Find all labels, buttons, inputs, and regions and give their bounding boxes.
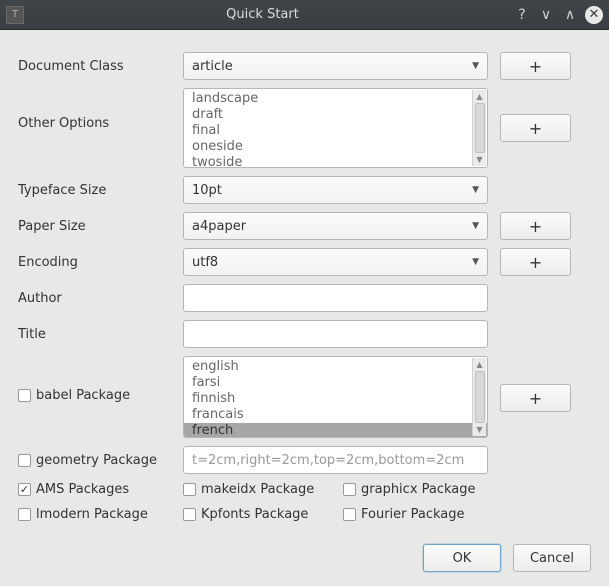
graphicx-checkbox[interactable] — [343, 483, 356, 496]
geometry-checkbox[interactable] — [18, 454, 31, 467]
document-class-combo[interactable]: article ▼ — [183, 52, 488, 80]
geometry-row: geometry Package — [18, 453, 183, 468]
close-icon[interactable]: ✕ — [585, 6, 603, 24]
list-item[interactable]: farsi — [184, 375, 487, 391]
author-label: Author — [18, 291, 183, 306]
ams-label: AMS Packages — [36, 482, 129, 497]
scroll-up-icon[interactable]: ▲ — [476, 92, 482, 101]
window-title: Quick Start — [32, 7, 513, 22]
ams-checkbox[interactable] — [18, 483, 31, 496]
makeidx-row: makeidx Package — [183, 482, 343, 497]
add-babel-lang-button[interactable]: + — [500, 384, 571, 412]
encoding-value: utf8 — [192, 255, 218, 270]
ams-row: AMS Packages — [18, 482, 183, 497]
babel-label: babel Package — [36, 388, 130, 403]
add-other-option-button[interactable]: + — [500, 114, 571, 142]
scroll-thumb[interactable] — [475, 103, 485, 153]
cancel-button[interactable]: Cancel — [513, 544, 591, 572]
typeface-size-value: 10pt — [192, 183, 222, 198]
add-paper-size-button[interactable]: + — [500, 212, 571, 240]
encoding-combo[interactable]: utf8 ▼ — [183, 248, 488, 276]
fourier-label: Fourier Package — [361, 507, 465, 522]
chevron-down-icon: ▼ — [472, 257, 479, 267]
typeface-size-combo[interactable]: 10pt ▼ — [183, 176, 488, 204]
scroll-down-icon[interactable]: ▼ — [476, 155, 482, 164]
kpfonts-label: Kpfonts Package — [201, 507, 308, 522]
typeface-size-label: Typeface Size — [18, 183, 183, 198]
makeidx-checkbox[interactable] — [183, 483, 196, 496]
help-icon[interactable]: ? — [513, 6, 531, 24]
ok-button[interactable]: OK — [423, 544, 501, 572]
titlebar: T Quick Start ? ∨ ∧ ✕ — [0, 0, 609, 30]
list-item[interactable]: draft — [184, 107, 487, 123]
chevron-down-icon: ▼ — [472, 61, 479, 71]
graphicx-label: graphicx Package — [361, 482, 476, 497]
list-item[interactable]: french — [184, 423, 487, 438]
list-item[interactable]: francais — [184, 407, 487, 423]
other-options-label: Other Options — [18, 88, 183, 131]
other-options-listbox[interactable]: landscapedraftfinalonesidetwoside ▲ ▼ — [183, 88, 488, 168]
paper-size-value: a4paper — [192, 219, 246, 234]
makeidx-label: makeidx Package — [201, 482, 314, 497]
lmodern-row: lmodern Package — [18, 507, 183, 522]
chevron-down-icon: ▼ — [472, 185, 479, 195]
document-class-label: Document Class — [18, 59, 183, 74]
list-item[interactable]: final — [184, 123, 487, 139]
scrollbar[interactable]: ▲ ▼ — [472, 90, 486, 166]
scroll-down-icon[interactable]: ▼ — [476, 425, 482, 434]
chevron-down-icon: ▼ — [472, 221, 479, 231]
kpfonts-checkbox[interactable] — [183, 508, 196, 521]
babel-row: babel Package — [18, 356, 183, 403]
paper-size-combo[interactable]: a4paper ▼ — [183, 212, 488, 240]
document-class-value: article — [192, 59, 233, 74]
geometry-label: geometry Package — [36, 453, 157, 468]
list-item[interactable]: oneside — [184, 139, 487, 155]
encoding-label: Encoding — [18, 255, 183, 270]
list-item[interactable]: twoside — [184, 155, 487, 168]
author-input[interactable] — [183, 284, 488, 312]
lmodern-checkbox[interactable] — [18, 508, 31, 521]
fourier-checkbox[interactable] — [343, 508, 356, 521]
dialog-content: Document Class article ▼ + Other Options… — [0, 30, 609, 586]
list-item[interactable]: english — [184, 359, 487, 375]
babel-checkbox[interactable] — [18, 389, 31, 402]
geometry-input[interactable]: t=2cm,right=2cm,top=2cm,bottom=2cm — [183, 446, 488, 474]
title-label: Title — [18, 327, 183, 342]
list-item[interactable]: landscape — [184, 91, 487, 107]
list-item[interactable]: finnish — [184, 391, 487, 407]
add-document-class-button[interactable]: + — [500, 52, 571, 80]
add-encoding-button[interactable]: + — [500, 248, 571, 276]
fourier-row: Fourier Package — [343, 507, 503, 522]
babel-language-listbox[interactable]: englishfarsifinnishfrancaisfrench ▲ ▼ — [183, 356, 488, 438]
scroll-up-icon[interactable]: ▲ — [476, 360, 482, 369]
window-controls: ? ∨ ∧ ✕ — [513, 6, 603, 24]
minimize-icon[interactable]: ∨ — [537, 6, 555, 24]
title-input[interactable] — [183, 320, 488, 348]
kpfonts-row: Kpfonts Package — [183, 507, 343, 522]
graphicx-row: graphicx Package — [343, 482, 503, 497]
scrollbar[interactable]: ▲ ▼ — [472, 358, 486, 436]
paper-size-label: Paper Size — [18, 219, 183, 234]
maximize-icon[interactable]: ∧ — [561, 6, 579, 24]
app-icon: T — [6, 6, 24, 24]
scroll-thumb[interactable] — [475, 371, 485, 423]
lmodern-label: lmodern Package — [36, 507, 148, 522]
